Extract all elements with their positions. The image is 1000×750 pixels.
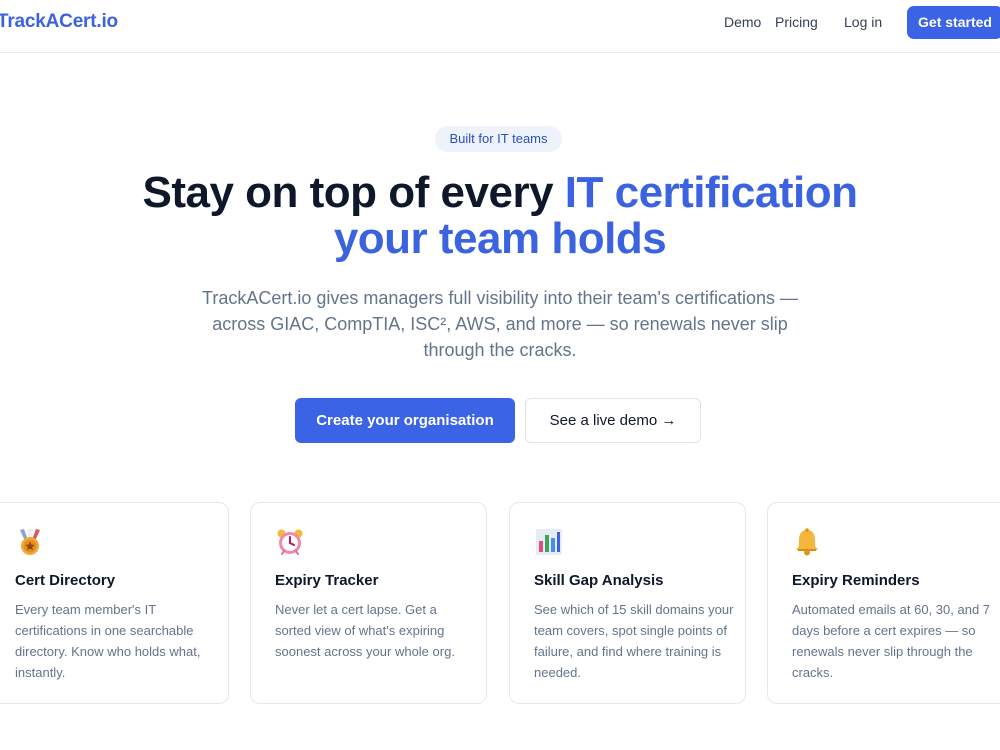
hero-headline: Stay on top of every IT certification yo…	[0, 170, 1000, 262]
site-header: TrackACert.io Demo Pricing Log in Get st…	[0, 0, 1000, 53]
alarm-clock-icon	[277, 529, 303, 555]
hero-subtext: TrackACert.io gives managers full visibi…	[202, 288, 798, 360]
feature-card-cert-directory: Cert Directory Every team member's IT ce…	[0, 502, 229, 704]
headline-plain: Stay on top of every	[142, 168, 565, 217]
nav-login-link[interactable]: Log in	[844, 14, 882, 30]
feature-card-expiry-reminders: Expiry Reminders Automated emails at 60,…	[767, 502, 1000, 704]
feature-title: Expiry Tracker	[275, 572, 379, 589]
create-organisation-button[interactable]: Create your organisation	[295, 398, 515, 443]
landing-page: TrackACert.io Demo Pricing Log in Get st…	[0, 0, 1000, 750]
feature-description: Automated emails at 60, 30, and 7 days b…	[792, 602, 991, 680]
live-demo-button[interactable]: See a live demo →	[525, 398, 701, 443]
medal-icon	[20, 529, 40, 555]
audience-badge: Built for IT teams	[435, 126, 562, 152]
feature-card-expiry-tracker: Expiry Tracker Never let a cert lapse. G…	[250, 502, 487, 704]
feature-title: Expiry Reminders	[792, 572, 920, 589]
feature-title: Skill Gap Analysis	[534, 572, 664, 589]
feature-description: Never let a cert lapse. Get a sorted vie…	[275, 602, 455, 659]
feature-title: Cert Directory	[15, 572, 116, 589]
nav-demo-link[interactable]: Demo	[724, 14, 761, 30]
headline-accent-2: your team holds	[333, 214, 667, 263]
brand-logo[interactable]: TrackACert.io	[0, 11, 118, 33]
nav-pricing-link[interactable]: Pricing	[775, 14, 818, 30]
feature-card-skill-gap: Skill Gap Analysis See which of 15 skill…	[509, 502, 746, 704]
bell-icon	[796, 528, 818, 556]
headline-accent-1: IT certification	[564, 168, 858, 217]
bar-chart-icon	[536, 529, 562, 555]
get-started-button[interactable]: Get started	[907, 6, 1000, 39]
feature-description: See which of 15 skill domains your team …	[534, 602, 734, 680]
feature-description: Every team member's IT certifications in…	[15, 602, 201, 680]
